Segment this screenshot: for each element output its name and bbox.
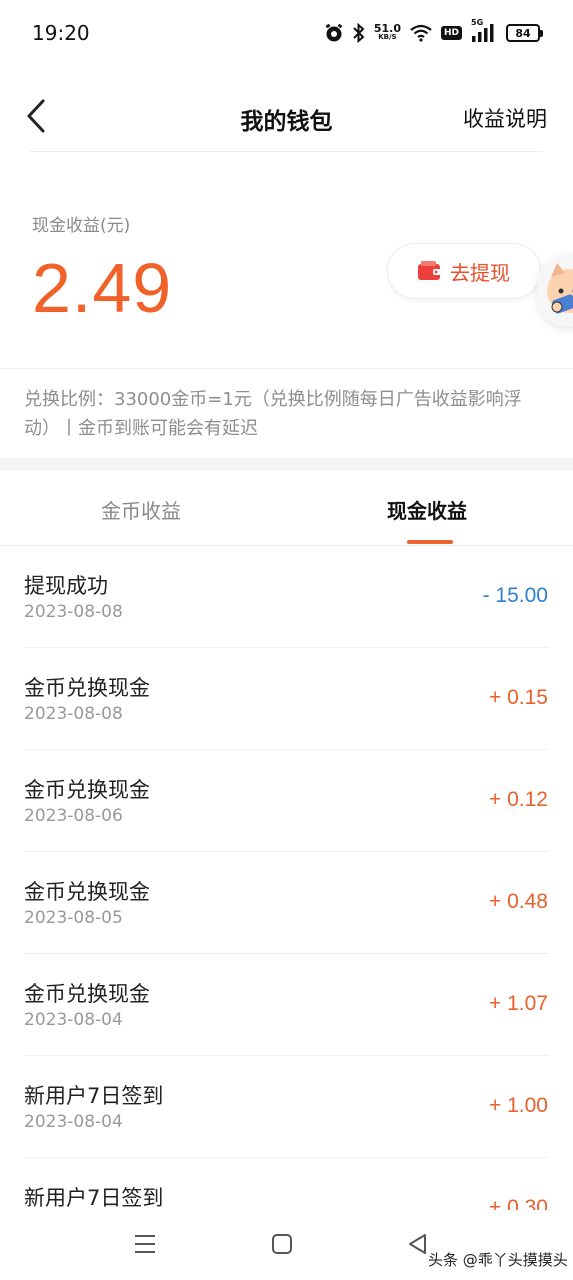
tab-coin-income[interactable]: 金币收益 [101, 495, 181, 524]
floating-mascot-avatar[interactable] [537, 255, 573, 327]
status-time: 19:20 [32, 21, 90, 45]
list-item[interactable]: 新用户7日签到 2023-08-04 + 1.00 [0, 1056, 573, 1158]
cash-income-label: 现金收益(元) [32, 216, 131, 236]
record-title: 金币兑换现金 [24, 676, 150, 700]
list-item[interactable]: 金币兑换现金 2023-08-04 + 1.07 [0, 954, 573, 1056]
watermark: 头条 @乖丫头摸摸头 [428, 1251, 568, 1269]
signal-5g-label: 5G [471, 18, 484, 27]
network-speed: 51.0 KB/S [373, 22, 401, 42]
record-amount: - 15.00 [482, 584, 548, 607]
network-speed-value: 51.0 [373, 22, 401, 35]
record-date: 2023-08-06 [24, 806, 123, 826]
record-title: 金币兑换现金 [24, 982, 150, 1006]
exchange-rate-note-area: 兑换比例：33000金币=1元（兑换比例随每日广告收益影响浮动）丨金币到账可能会… [0, 368, 573, 458]
withdraw-label: 去提现 [450, 260, 510, 285]
record-date: 2023-08-04 [24, 1112, 123, 1132]
list-item[interactable]: 金币兑换现金 2023-08-08 + 0.15 [0, 648, 573, 750]
section-gap [0, 458, 573, 471]
tab-cash-income[interactable]: 现金收益 [387, 495, 467, 524]
record-amount: + 1.07 [489, 992, 548, 1015]
withdraw-button[interactable]: 去提现 [387, 243, 541, 299]
income-explanation-link[interactable]: 收益说明 [463, 103, 547, 133]
battery-icon: 84 [506, 24, 543, 42]
record-title: 新用户7日签到 [24, 1084, 164, 1108]
hd-badge: HD [440, 26, 462, 40]
record-amount: + 1.00 [489, 1094, 548, 1117]
record-title: 提现成功 [24, 574, 108, 598]
record-title: 金币兑换现金 [24, 778, 150, 802]
list-item[interactable]: 金币兑换现金 2023-08-05 + 0.48 [0, 852, 573, 954]
record-date: 2023-08-04 [24, 1010, 123, 1030]
income-tabs: 金币收益 现金收益 [0, 471, 573, 546]
exchange-rate-note: 兑换比例：33000金币=1元（兑换比例随每日广告收益影响浮动）丨金币到账可能会… [24, 389, 522, 439]
list-item[interactable]: 金币兑换现金 2023-08-06 + 0.12 [0, 750, 573, 852]
record-amount: + 0.12 [489, 788, 548, 811]
square-home-icon [272, 1234, 292, 1254]
record-title: 新用户7日签到 [24, 1186, 164, 1210]
record-date: 2023-08-08 [24, 704, 123, 724]
signal-icon: 5G [471, 18, 497, 42]
wifi-icon [410, 24, 432, 42]
triangle-back-icon [409, 1234, 426, 1254]
status-icons: 51.0 KB/S HD 5G 84 [324, 18, 543, 43]
wallet-icon [418, 261, 442, 281]
battery-level: 84 [506, 24, 540, 42]
record-title: 金币兑换现金 [24, 880, 150, 904]
record-date: 2023-08-08 [24, 602, 123, 622]
income-records-list: 提现成功 2023-08-08 - 15.00 金币兑换现金 2023-08-0… [0, 546, 573, 1260]
status-bar: 19:20 51.0 KB/S HD 5G 84 [0, 0, 573, 66]
list-item[interactable]: 提现成功 2023-08-08 - 15.00 [0, 546, 573, 648]
menu-icon [135, 1235, 155, 1253]
cash-amount: 2.49 [32, 249, 173, 327]
alarm-icon [324, 23, 344, 43]
record-date: 2023-08-05 [24, 908, 123, 928]
home-nav-button[interactable] [262, 1224, 302, 1264]
menu-nav-button[interactable] [125, 1224, 165, 1264]
active-tab-indicator [407, 540, 453, 544]
network-speed-unit: KB/S [378, 33, 397, 41]
header-divider [30, 151, 543, 152]
record-amount: + 0.15 [489, 686, 548, 709]
header: 我的钱包 收益说明 [0, 82, 573, 152]
record-amount: + 0.48 [489, 890, 548, 913]
bluetooth-icon [353, 23, 365, 43]
